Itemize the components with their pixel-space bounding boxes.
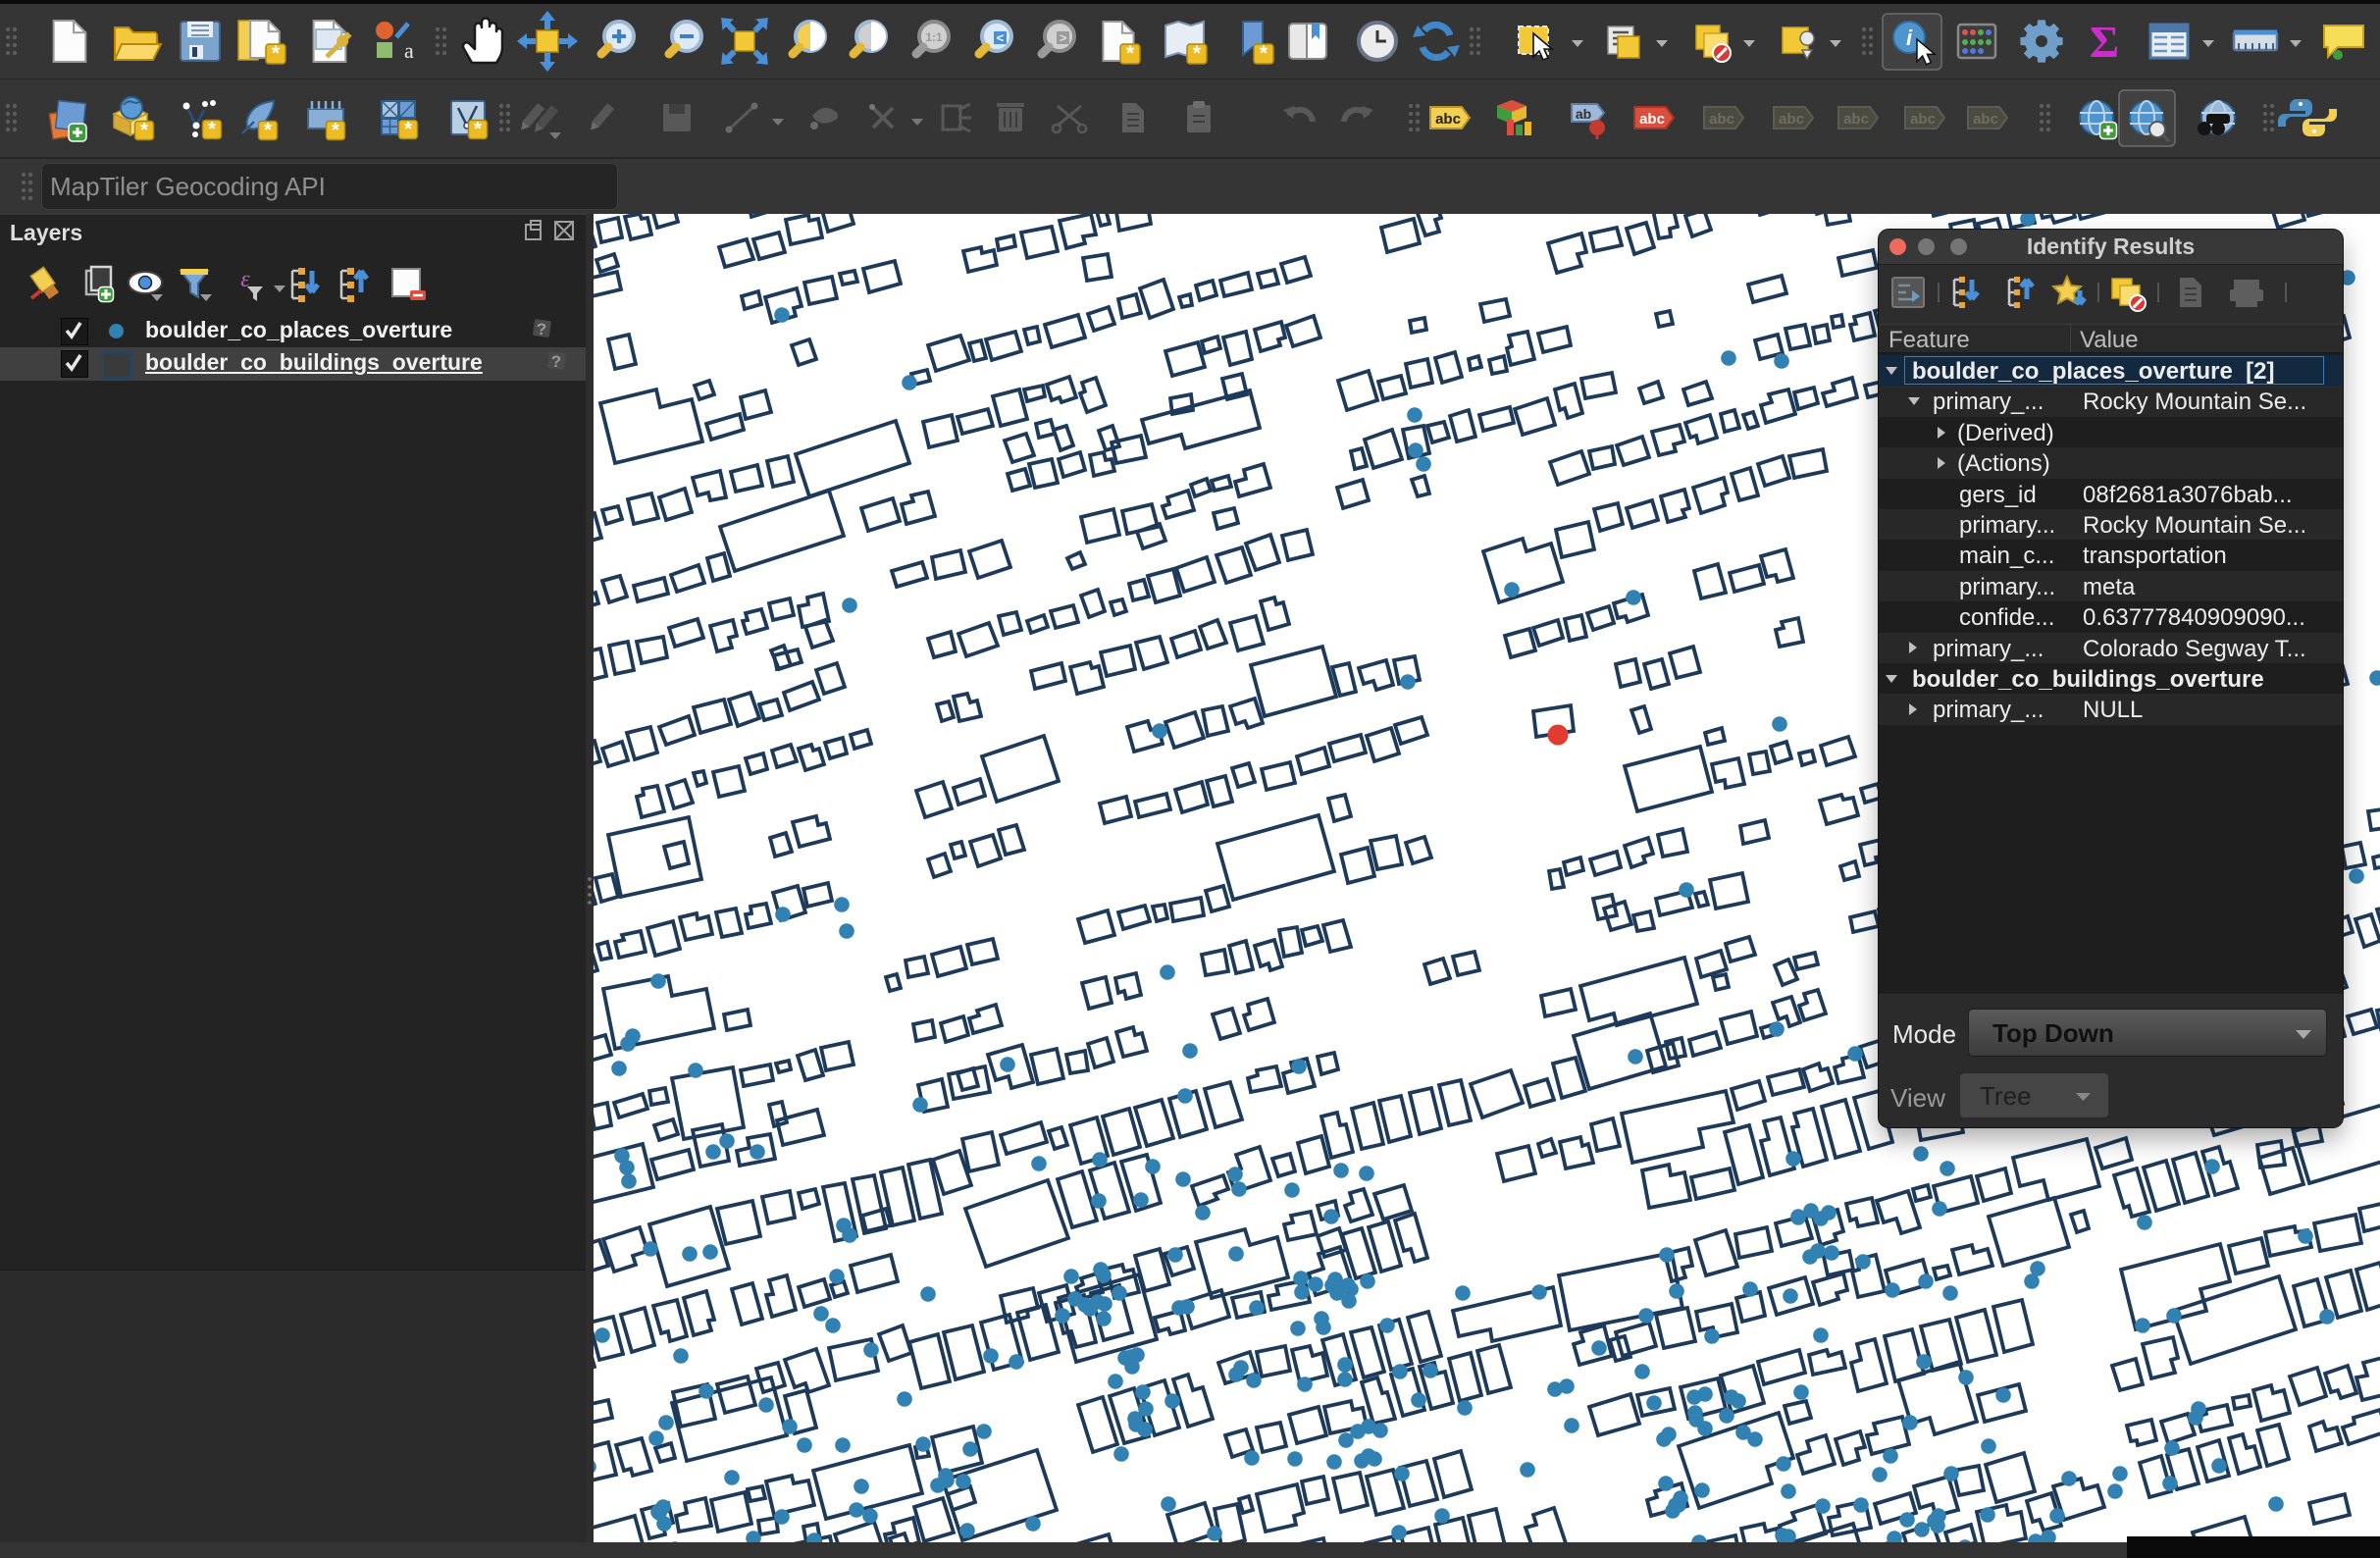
svg-text:?: ?: [537, 320, 546, 338]
svg-text:1:1: 1:1: [925, 30, 943, 44]
svg-text:*: *: [1126, 42, 1135, 65]
svg-text:abc: abc: [1779, 111, 1804, 128]
svg-text:abc: abc: [1973, 111, 1998, 128]
svg-text:ε: ε: [240, 267, 250, 292]
svg-text:*: *: [208, 119, 216, 140]
svg-text:*: *: [140, 120, 148, 141]
svg-text:i: i: [1906, 26, 1913, 50]
svg-text:>: >: [1060, 30, 1067, 45]
svg-text:*: *: [474, 119, 482, 140]
svg-text:*: *: [332, 120, 339, 141]
svg-text:Σ: Σ: [2090, 17, 2119, 67]
svg-text:?: ?: [551, 352, 561, 371]
svg-text:*: *: [1260, 42, 1268, 65]
svg-text:abc: abc: [1910, 111, 1936, 128]
svg-text:abc: abc: [1435, 111, 1461, 128]
svg-text:abc: abc: [1843, 111, 1869, 128]
svg-text:abc: abc: [1709, 111, 1734, 128]
svg-text:a: a: [404, 38, 414, 63]
svg-text:*: *: [264, 120, 272, 141]
svg-text:abc: abc: [1639, 111, 1665, 128]
svg-text:*: *: [404, 119, 412, 140]
svg-text:*: *: [272, 42, 281, 65]
svg-text:*: *: [1193, 42, 1202, 65]
svg-text:ab: ab: [1576, 106, 1591, 122]
svg-text:<: <: [997, 30, 1005, 45]
